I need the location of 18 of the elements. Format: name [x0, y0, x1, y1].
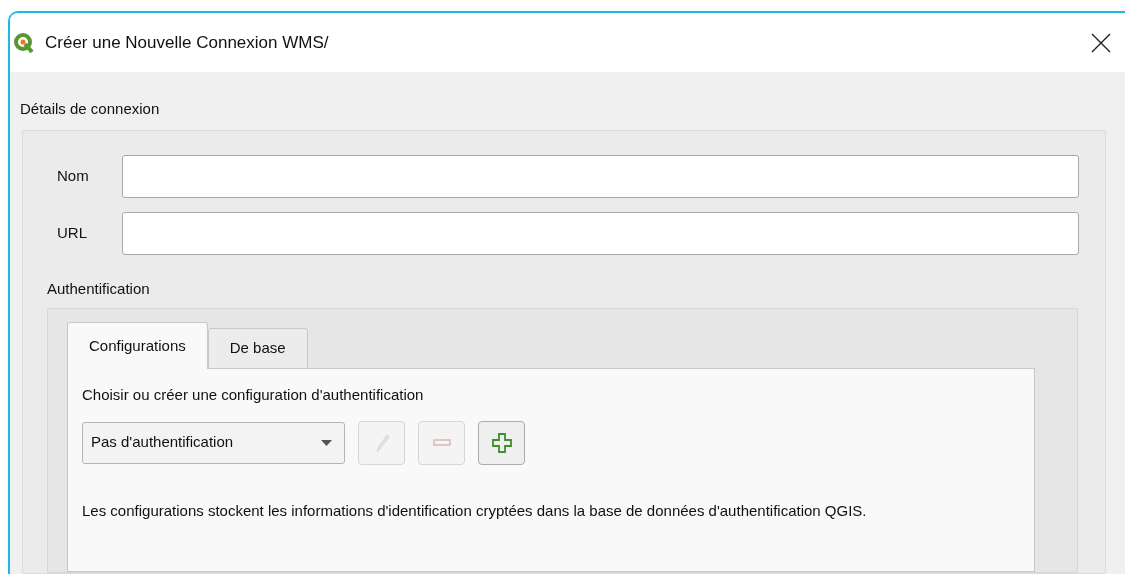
field-label: URL [56, 222, 88, 243]
description-text: Les configurations stockent les informations d'identification cryptées dans la base de données d'authentification QGIS. [82, 500, 868, 521]
group-title: Détails de connexion [20, 99, 161, 119]
text-input-field[interactable] [122, 154, 1079, 198]
caret-icon [321, 439, 332, 446]
tab[interactable]: De base [207, 328, 308, 369]
field-label: Nom [56, 165, 90, 186]
add-button[interactable] [478, 420, 525, 465]
group-title: Authentification [47, 278, 151, 299]
close-icon[interactable] [1091, 32, 1111, 53]
config-dropdown[interactable]: Pas d'authentification [82, 421, 345, 464]
tab[interactable]: Configurations [67, 322, 208, 369]
prompt-text: Choisir ou créer une configuration d'authentification [82, 385, 425, 405]
text-input-field[interactable] [122, 211, 1079, 255]
plus-icon [491, 432, 512, 453]
app-logo-icon [13, 31, 35, 54]
minus-icon [432, 439, 451, 446]
window-title: Créer une Nouvelle Connexion WMS/ [45, 31, 329, 54]
